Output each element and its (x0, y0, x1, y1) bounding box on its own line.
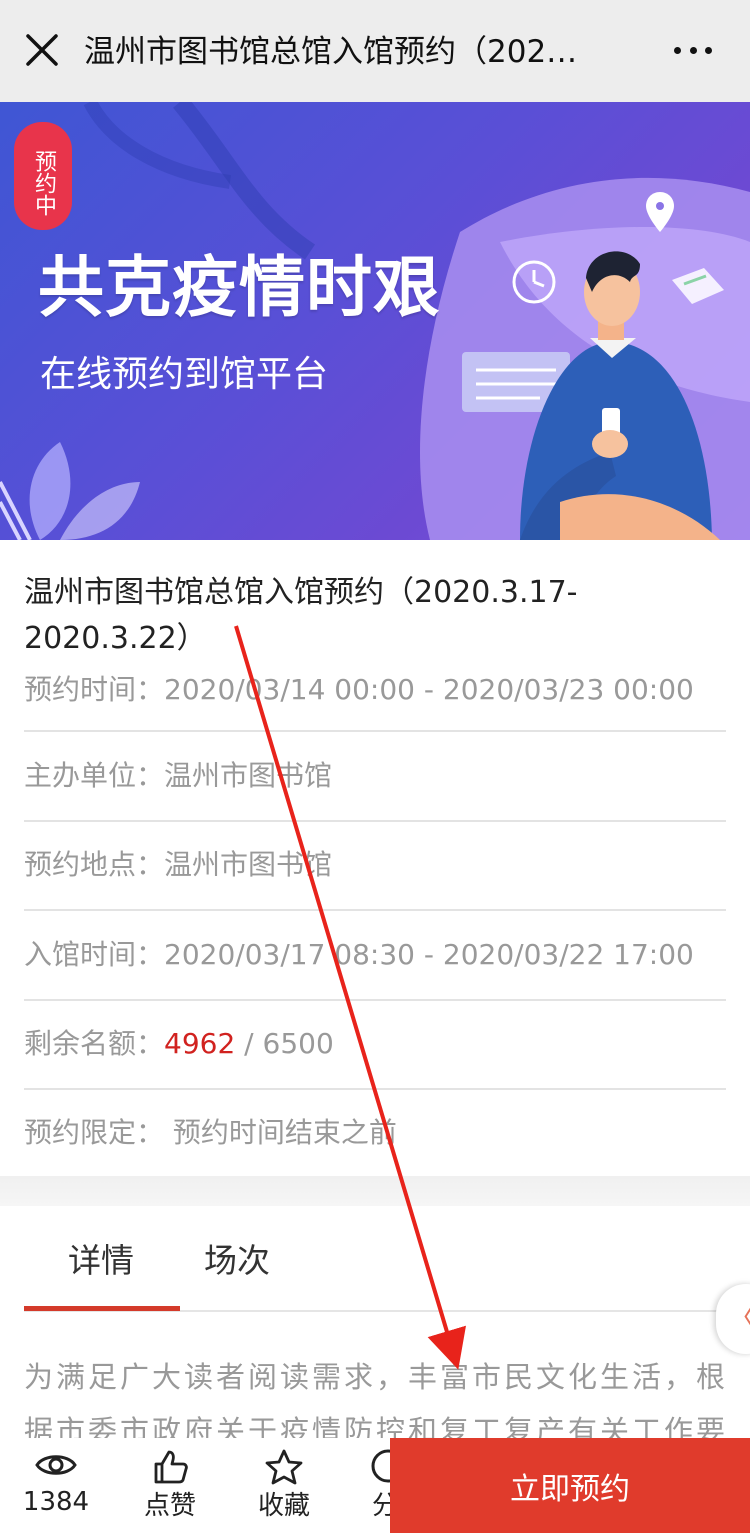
eye-icon (35, 1455, 77, 1475)
divider (24, 730, 726, 732)
info-label: 入馆时间： (24, 938, 165, 971)
more-options-icon[interactable] (668, 30, 718, 70)
info-value: 预约时间结束之前 (164, 1116, 397, 1149)
info-value: 2020/03/14 00:00 - 2020/03/23 00:00 (164, 673, 694, 706)
info-label: 剩余名额： (24, 1027, 165, 1060)
info-value: 温州市图书馆 (164, 848, 333, 881)
like-button[interactable]: 点赞 (130, 1448, 210, 1524)
info-row-entry-time: 入馆时间：2020/03/17 08:30 - 2020/03/22 17:00 (24, 935, 726, 975)
event-title: 温州市图书馆总馆入馆预约（2020.3.17-2020.3.22） (24, 575, 578, 656)
total-count: / 6500 (235, 1027, 334, 1060)
share-label: 分 (372, 1491, 390, 1521)
info-label: 预约时间： (24, 673, 165, 706)
share-icon (371, 1449, 390, 1483)
chevron-left-icon: 〈 (728, 1302, 750, 1334)
tab-sessions[interactable]: 场次 (204, 1236, 270, 1286)
favorite-label: 收藏 (257, 1491, 310, 1521)
event-info: 温州市图书馆总馆入馆预约（2020.3.17-2020.3.22） 预约时间：2… (0, 540, 750, 1176)
info-label: 预约限定： (24, 1116, 165, 1149)
info-row-remaining: 剩余名额：4962 / 6500 (24, 1024, 726, 1064)
info-label: 主办单位： (24, 759, 165, 792)
star-icon (265, 1449, 303, 1485)
banner-headline: 共克疫情时艰 (38, 249, 440, 326)
info-value: 温州市图书馆 (164, 759, 333, 792)
favorite-button[interactable]: 收藏 (244, 1448, 324, 1524)
info-row-organizer: 主办单位：温州市图书馆 (24, 756, 726, 796)
close-icon[interactable] (22, 30, 62, 70)
views-count: 1384 (22, 1487, 90, 1517)
event-banner: 预约中 共克疫情时艰 在线预约到馆平台 (0, 102, 750, 540)
dot (689, 46, 697, 54)
info-value: 2020/03/17 08:30 - 2020/03/22 17:00 (164, 938, 694, 971)
share-button[interactable]: 分 (350, 1448, 390, 1524)
dot (705, 46, 712, 54)
top-nav-bar: 温州市图书馆总馆入馆预约（202… (0, 0, 750, 102)
info-label: 预约地点： (24, 848, 165, 881)
active-tab-indicator (24, 1306, 180, 1311)
info-row-location: 预约地点：温州市图书馆 (24, 845, 726, 885)
info-row-limit: 预约限定： 预约时间结束之前 (24, 1113, 726, 1153)
thumbs-up-icon (154, 1450, 188, 1484)
page-title: 温州市图书馆总馆入馆预约（202… (84, 34, 578, 70)
tab-bar: 详情 场次 (0, 1206, 750, 1314)
divider (24, 820, 726, 822)
reserve-now-button[interactable]: 立即预约 (390, 1438, 750, 1533)
like-label: 点赞 (143, 1491, 196, 1521)
divider (24, 999, 726, 1001)
dot (674, 46, 681, 54)
tab-details[interactable]: 详情 (68, 1236, 134, 1286)
banner-subline: 在线预约到馆平台 (40, 354, 329, 395)
views-counter: 1384 (16, 1448, 96, 1520)
status-badge: 预约中 (14, 122, 72, 230)
divider (24, 909, 726, 911)
remaining-count: 4962 (164, 1027, 236, 1060)
section-gap (0, 1176, 750, 1206)
info-row-reservation-time: 预约时间：2020/03/14 00:00 - 2020/03/23 00:00 (24, 670, 726, 710)
divider (24, 1088, 726, 1090)
